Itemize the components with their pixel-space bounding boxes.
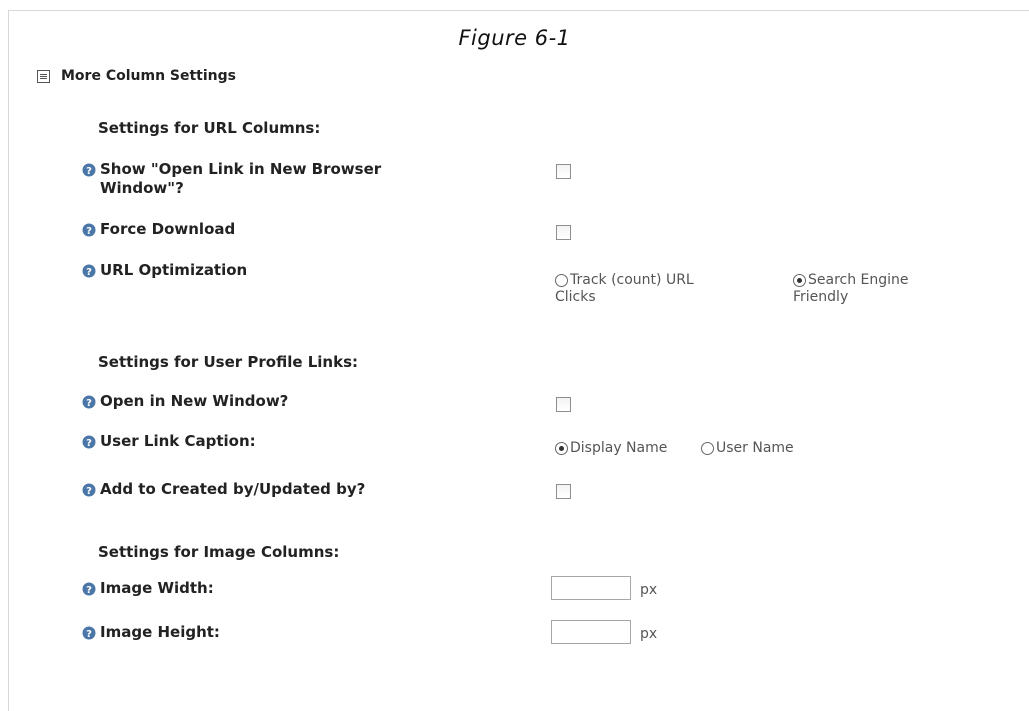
force-download-label-text: Force Download	[100, 220, 236, 238]
add-to-created-label: ? Add to Created by/Updated by?	[82, 480, 365, 499]
image-width-input[interactable]	[551, 576, 631, 600]
open-in-new-window-label: ? Open in New Window?	[82, 392, 288, 411]
user-link-caption-label: ? User Link Caption:	[82, 432, 256, 451]
search-engine-friendly-radio[interactable]: Search Engine Friendly	[793, 272, 909, 306]
radio-checked-icon[interactable]	[555, 442, 568, 455]
help-icon[interactable]: ?	[82, 626, 96, 640]
search-engine-friendly-line1: Search Engine	[808, 272, 909, 288]
svg-text:?: ?	[86, 438, 92, 449]
image-width-label-text: Image Width:	[100, 579, 214, 597]
section-title: More Column Settings	[61, 68, 236, 84]
open-link-label-line1: Show "Open Link in New Browser	[100, 160, 382, 178]
help-icon[interactable]: ?	[82, 435, 96, 449]
svg-text:?: ?	[86, 398, 92, 409]
svg-text:?: ?	[86, 486, 92, 497]
open-in-new-window-label-text: Open in New Window?	[100, 392, 289, 410]
image-height-input[interactable]	[551, 620, 631, 644]
svg-text:?: ?	[86, 267, 92, 278]
image-height-label-text: Image Height:	[100, 623, 220, 641]
svg-text:?: ?	[86, 629, 92, 640]
image-height-label: ? Image Height:	[82, 623, 220, 642]
svg-text:?: ?	[86, 166, 92, 177]
radio-unchecked-icon[interactable]	[555, 274, 568, 287]
help-icon[interactable]: ?	[82, 264, 96, 278]
add-to-created-checkbox[interactable]	[556, 484, 571, 499]
image-width-label: ? Image Width:	[82, 579, 214, 598]
track-url-clicks-line2: Clicks	[555, 289, 596, 305]
url-columns-heading: Settings for URL Columns:	[98, 119, 321, 137]
track-url-clicks-radio[interactable]: Track (count) URL Clicks	[555, 272, 694, 306]
image-columns-heading: Settings for Image Columns:	[98, 543, 340, 561]
add-to-created-label-text: Add to Created by/Updated by?	[100, 480, 366, 498]
force-download-label: ? Force Download	[82, 220, 235, 239]
radio-unchecked-icon[interactable]	[701, 442, 714, 455]
svg-text:?: ?	[86, 226, 92, 237]
display-name-radio[interactable]: Display Name	[555, 440, 667, 457]
svg-text:?: ?	[86, 585, 92, 596]
user-link-caption-label-text: User Link Caption:	[100, 432, 256, 450]
track-url-clicks-line1: Track (count) URL	[570, 272, 694, 288]
user-name-label: User Name	[716, 440, 794, 456]
figure-caption: Figure 6-1	[458, 26, 571, 50]
open-link-new-window-checkbox[interactable]	[556, 164, 571, 179]
url-optimization-label: ? URL Optimization	[82, 261, 247, 280]
search-engine-friendly-line2: Friendly	[793, 289, 849, 305]
user-name-radio[interactable]: User Name	[701, 440, 794, 457]
image-height-unit: px	[640, 626, 658, 642]
help-icon[interactable]: ?	[82, 223, 96, 237]
open-link-new-window-label: ? Show "Open Link in New Browser Window"…	[82, 160, 381, 198]
profile-links-heading: Settings for User Profile Links:	[98, 353, 359, 371]
open-link-label-line2: Window"?	[100, 179, 184, 197]
display-name-label: Display Name	[570, 440, 668, 456]
collapse-icon[interactable]	[37, 69, 50, 83]
force-download-checkbox[interactable]	[556, 225, 571, 240]
radio-checked-icon[interactable]	[793, 274, 806, 287]
help-icon[interactable]: ?	[82, 395, 96, 409]
help-icon[interactable]: ?	[82, 582, 96, 596]
open-in-new-window-checkbox[interactable]	[556, 397, 571, 412]
more-column-settings-toggle[interactable]: More Column Settings	[37, 68, 236, 84]
url-optimization-label-text: URL Optimization	[100, 261, 248, 279]
help-icon[interactable]: ?	[82, 163, 96, 177]
help-icon[interactable]: ?	[82, 483, 96, 497]
image-width-unit: px	[640, 582, 658, 598]
